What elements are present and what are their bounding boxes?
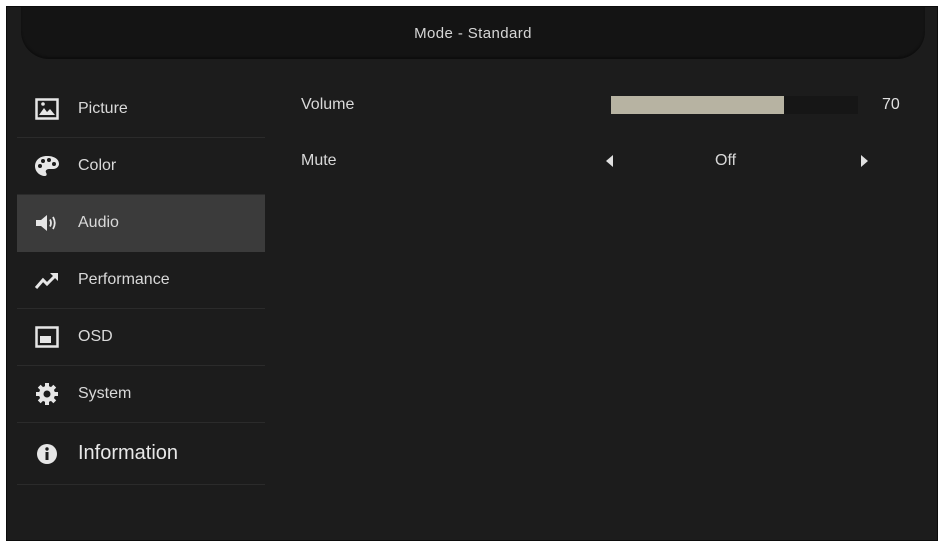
sidebar: Picture Color Audio Performance OSD Syst… — [17, 81, 265, 485]
volume-value: 70 — [882, 96, 900, 113]
volume-slider[interactable] — [611, 96, 858, 114]
speaker-icon — [34, 210, 60, 236]
volume-label: Volume — [301, 96, 355, 113]
mode-title: Mode - Standard — [414, 24, 532, 42]
mute-next-arrow-icon[interactable] — [861, 155, 868, 167]
osd-menu: Mode - Standard Picture Color Audio Perf… — [6, 6, 938, 541]
sidebar-item-picture[interactable]: Picture — [17, 81, 265, 138]
sidebar-item-label: Audio — [78, 214, 119, 231]
sidebar-item-audio[interactable]: Audio — [17, 195, 265, 252]
sidebar-item-system[interactable]: System — [17, 366, 265, 423]
sidebar-item-label: Picture — [78, 100, 128, 117]
sidebar-item-label: OSD — [78, 328, 113, 345]
sidebar-item-label: Color — [78, 157, 117, 174]
osd-window-icon — [34, 324, 60, 350]
mode-header: Mode - Standard — [21, 7, 925, 59]
sidebar-item-color[interactable]: Color — [17, 138, 265, 195]
sidebar-item-osd[interactable]: OSD — [17, 309, 265, 366]
mute-label: Mute — [301, 152, 337, 169]
volume-slider-fill — [611, 96, 784, 114]
picture-icon — [34, 96, 60, 122]
sidebar-item-label: Performance — [78, 271, 170, 288]
palette-icon — [34, 153, 60, 179]
sidebar-item-information[interactable]: Information — [17, 423, 265, 485]
sidebar-item-label: System — [78, 385, 132, 402]
mute-prev-arrow-icon[interactable] — [606, 155, 613, 167]
info-icon — [34, 441, 60, 467]
sidebar-item-performance[interactable]: Performance — [17, 252, 265, 309]
mute-value: Off — [715, 152, 737, 169]
gear-icon — [34, 381, 60, 407]
trend-up-icon — [34, 267, 60, 293]
sidebar-item-label: Information — [78, 442, 179, 464]
